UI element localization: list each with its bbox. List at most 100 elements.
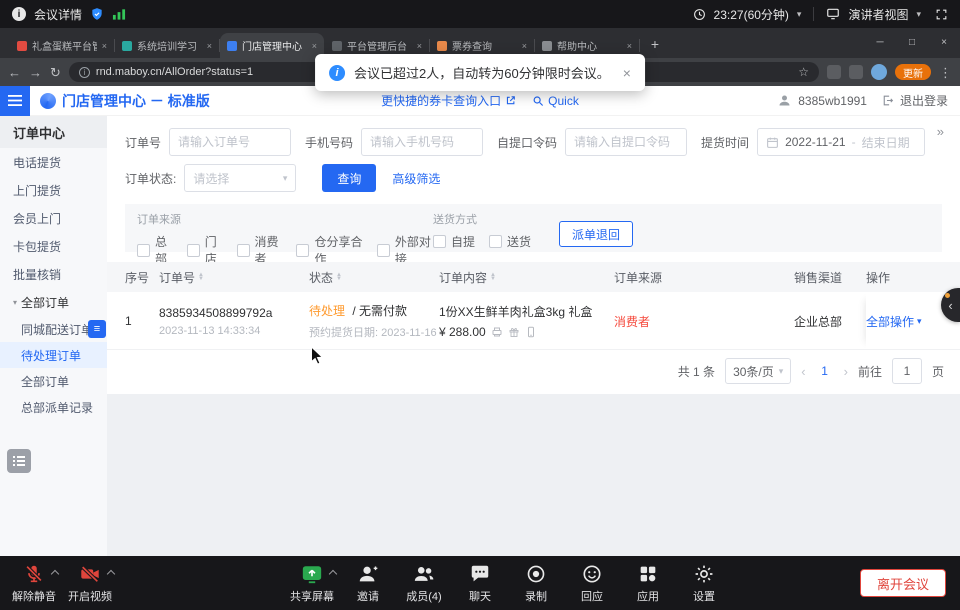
page-size-select[interactable]: 30条/页 ▾ [725, 358, 791, 384]
collapse-right-icon[interactable]: » [937, 124, 944, 139]
sidebar-item-phone-pickup[interactable]: 电话提货 [0, 148, 107, 176]
checkbox-icon[interactable] [187, 244, 200, 257]
sort-icon[interactable]: ▲▼ [198, 273, 204, 281]
chevron-up-icon[interactable] [107, 570, 115, 578]
members-icon [413, 563, 435, 585]
advanced-filter-link[interactable]: 高级筛选 [392, 170, 440, 187]
phone-icon[interactable] [525, 326, 537, 338]
gift-icon[interactable] [508, 326, 520, 338]
sidebar-item-pending-orders[interactable]: 待处理订单 [0, 342, 107, 368]
unmute-button[interactable]: 解除静音 [6, 563, 62, 604]
leave-meeting-button[interactable]: 离开会议 [860, 569, 946, 597]
sidebar-item-batch-verify[interactable]: 批量核销 [0, 260, 107, 288]
quick-entry-text: 更快捷的券卡查询入口 [381, 92, 501, 109]
quick-search-link[interactable]: Quick [532, 94, 579, 108]
window-maximize-button[interactable]: □ [896, 28, 928, 56]
checkbox-self-pickup[interactable]: 自提 [433, 233, 475, 250]
reload-icon[interactable]: ↻ [50, 66, 61, 79]
col-header-content[interactable]: 订单内容 ▲▼ [439, 269, 614, 286]
logout-button[interactable]: 退出登录 [900, 92, 948, 109]
quick-entry-link[interactable]: 更快捷的券卡查询入口 [381, 92, 516, 109]
sort-icon[interactable]: ▲▼ [490, 273, 496, 281]
view-mode-label[interactable]: 演讲者视图 [848, 6, 908, 23]
meeting-details-label[interactable]: 会议详情 [34, 6, 82, 23]
username[interactable]: 8385wb1991 [798, 94, 867, 108]
tab-close-icon[interactable]: × [417, 41, 422, 51]
prev-page-icon[interactable]: ‹ [801, 364, 805, 379]
tab-close-icon[interactable]: × [627, 41, 632, 51]
browser-profile-avatar[interactable] [871, 64, 887, 80]
hamburger-menu-icon[interactable] [0, 86, 30, 116]
chevron-left-icon: ‹ [948, 298, 952, 313]
sidebar-group-all-orders[interactable]: ▾ 全部订单 [0, 288, 107, 316]
app-body: 订单中心 电话提货 上门提货 会员上门 卡包提货 批量核销 ▾ 全部订单 同城配… [0, 116, 960, 556]
checkbox-icon[interactable] [237, 244, 250, 257]
tab-close-icon[interactable]: × [522, 41, 527, 51]
printer-icon[interactable] [491, 326, 503, 338]
checkbox-icon[interactable] [296, 244, 309, 257]
forward-icon[interactable]: → [29, 66, 42, 79]
settings-button[interactable]: 设置 [676, 563, 732, 604]
back-icon[interactable]: ← [8, 66, 21, 79]
reactions-button[interactable]: 回应 [564, 563, 620, 604]
bookmark-star-icon[interactable]: ☆ [798, 65, 809, 79]
window-close-button[interactable]: × [928, 28, 960, 56]
sidebar-item-walkin-pickup[interactable]: 上门提货 [0, 176, 107, 204]
order-status-select[interactable]: 请选择 ▾ [184, 164, 296, 192]
date-range-picker[interactable]: 2022-11-21 - 结束日期 [757, 128, 925, 156]
tab-close-icon[interactable]: × [102, 41, 107, 51]
tab-favicon [227, 41, 237, 51]
chevron-up-icon[interactable] [329, 570, 337, 578]
search-button[interactable]: 查询 [322, 164, 376, 192]
record-button[interactable]: 录制 [508, 563, 564, 604]
checkbox-icon[interactable] [377, 244, 390, 257]
sidebar-item-member-visit[interactable]: 会员上门 [0, 204, 107, 232]
browser-update-button[interactable]: 更新 [895, 64, 931, 80]
sidebar-item-hq-dispatch-records[interactable]: 总部派单记录 [0, 394, 107, 420]
tab-close-icon[interactable]: × [207, 41, 212, 51]
window-minimize-button[interactable]: ─ [864, 28, 896, 56]
apps-button[interactable]: 应用 [620, 563, 676, 604]
col-header-order-no[interactable]: 订单号 ▲▼ [159, 269, 309, 286]
timer-caret-icon[interactable]: ▾ [797, 9, 802, 20]
checkbox-icon[interactable] [489, 235, 502, 248]
site-info-icon[interactable]: i [79, 67, 90, 78]
checkbox-delivery[interactable]: 送货 [489, 233, 531, 250]
share-screen-button[interactable]: 共享屏幕 [284, 563, 340, 604]
close-icon[interactable]: × [623, 65, 631, 81]
floating-list-button[interactable] [7, 449, 31, 473]
extension-icon[interactable] [849, 65, 863, 79]
sidebar-mini-toggle-icon[interactable]: ≡ [88, 320, 106, 338]
chevron-up-icon[interactable] [51, 570, 59, 578]
phone-input[interactable] [361, 128, 483, 156]
start-video-button[interactable]: 开启视频 [62, 563, 118, 604]
meeting-timer[interactable]: 23:27(60分钟) [714, 6, 789, 23]
next-page-icon[interactable]: › [844, 364, 848, 379]
fullscreen-icon[interactable] [935, 8, 948, 21]
browser-tab-active[interactable]: 门店管理中心 × [220, 33, 324, 58]
invite-button[interactable]: 邀请 [340, 563, 396, 604]
pickup-code-label: 自提口令码 [497, 134, 557, 151]
pickup-code-input[interactable] [565, 128, 687, 156]
browser-tab[interactable]: 礼盒蛋糕平台管理中心 × [10, 33, 114, 58]
view-mode-caret-icon[interactable]: ▾ [916, 9, 921, 20]
extension-icon[interactable] [827, 65, 841, 79]
checkbox-icon[interactable] [137, 244, 150, 257]
browser-menu-icon[interactable]: ⋮ [939, 66, 952, 79]
checkbox-icon[interactable] [433, 235, 446, 248]
dispatch-return-button[interactable]: 派单退回 [559, 221, 633, 247]
new-tab-button[interactable]: + [644, 33, 666, 55]
col-header-status[interactable]: 状态 ▲▼ [309, 269, 439, 286]
sidebar-item-card-pickup[interactable]: 卡包提货 [0, 232, 107, 260]
order-no-input[interactable] [169, 128, 291, 156]
current-page[interactable]: 1 [816, 364, 834, 378]
sort-icon[interactable]: ▲▼ [336, 273, 342, 281]
tab-close-icon[interactable]: × [312, 41, 317, 51]
sidebar-item-all-orders[interactable]: 全部订单 [0, 368, 107, 394]
browser-tab[interactable]: 系统培训学习 × [115, 33, 219, 58]
meeting-info-icon[interactable]: i [12, 7, 26, 21]
chat-button[interactable]: 聊天 [452, 563, 508, 604]
goto-page-input[interactable] [892, 358, 922, 384]
payment-status: / 无需付款 [352, 304, 407, 318]
members-button[interactable]: 成员(4) [396, 563, 452, 604]
